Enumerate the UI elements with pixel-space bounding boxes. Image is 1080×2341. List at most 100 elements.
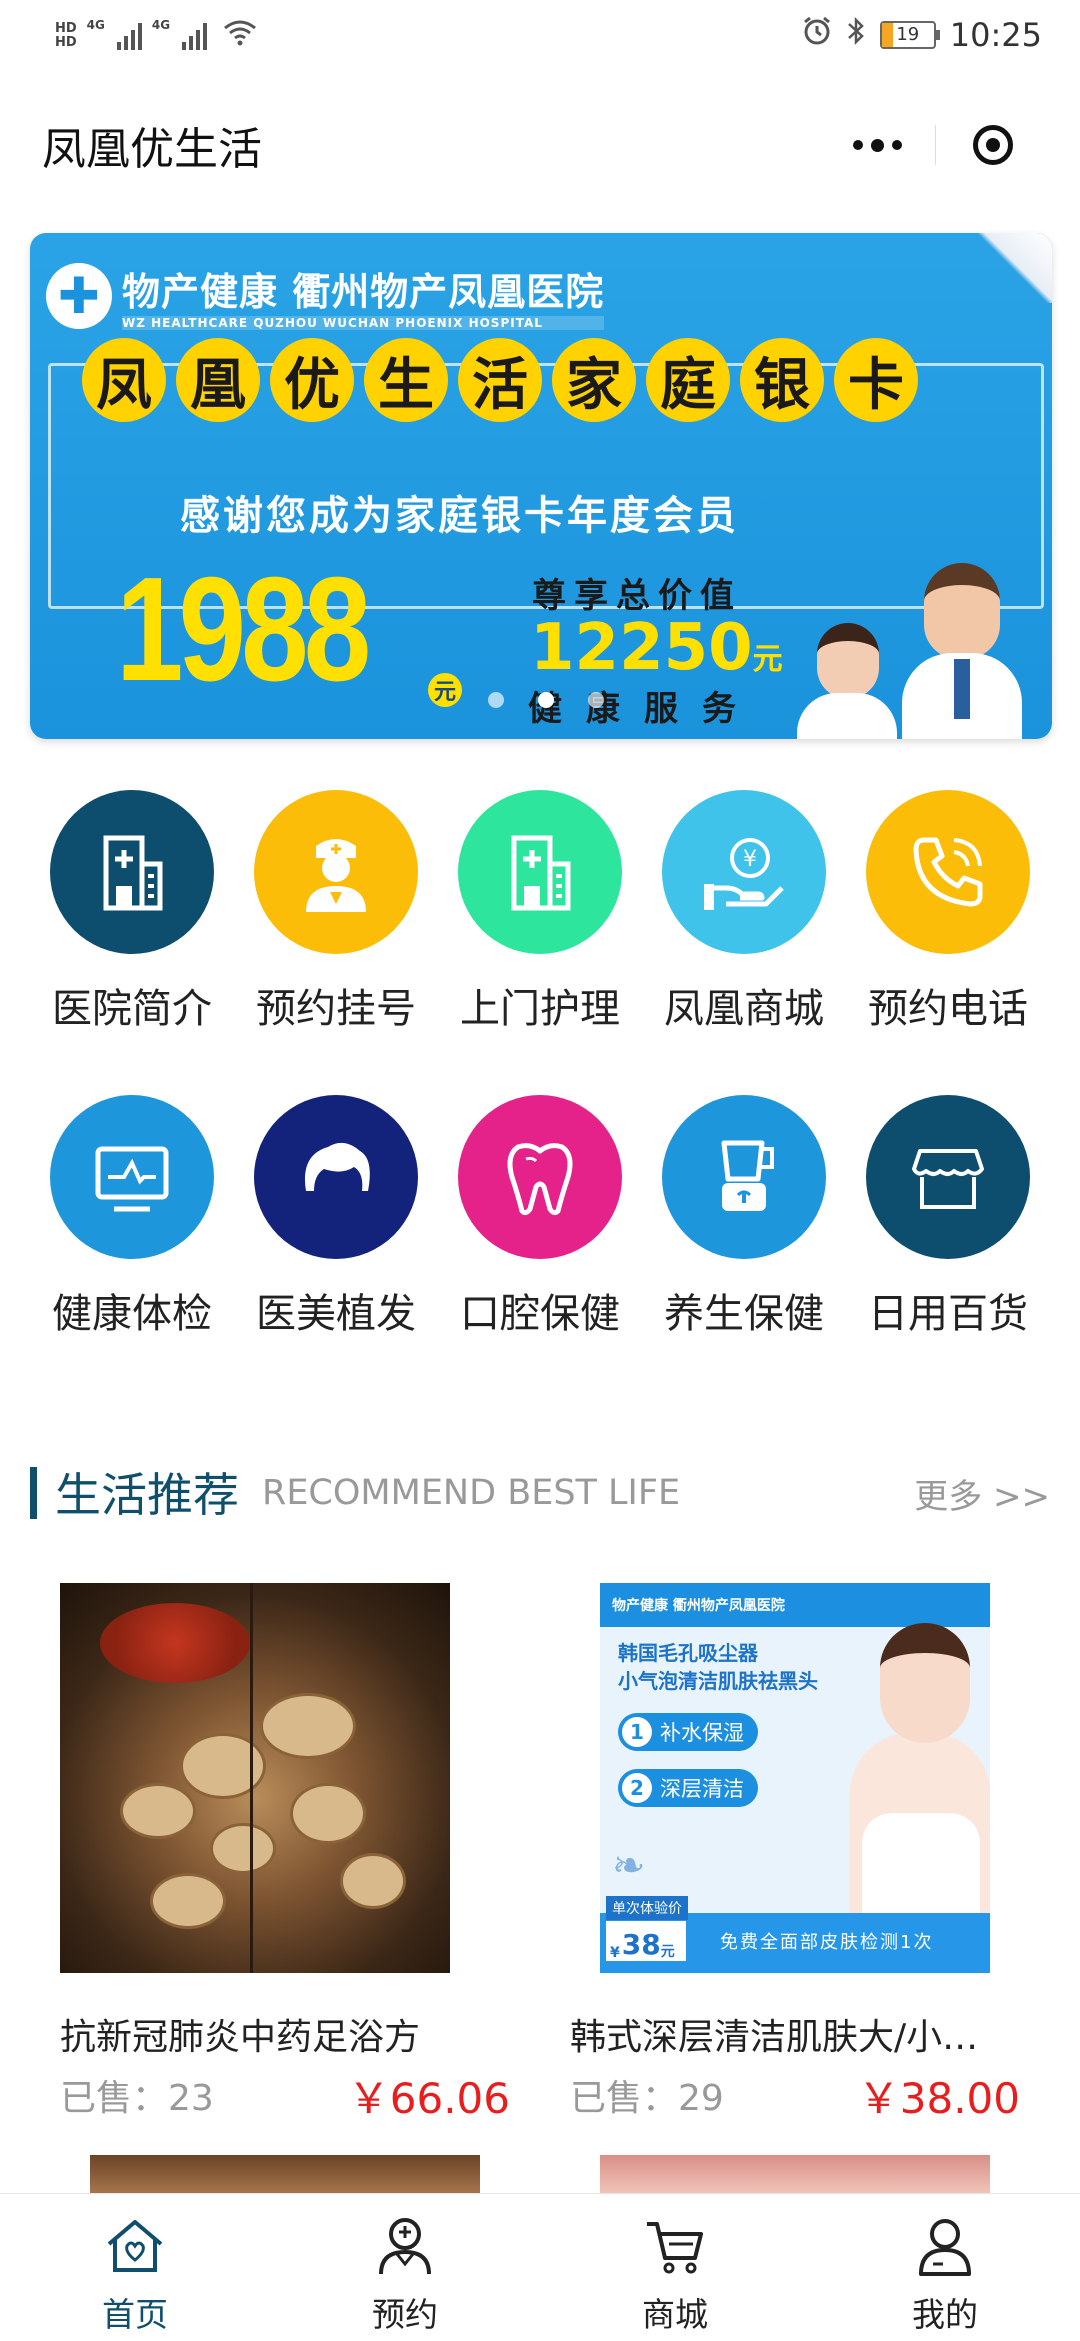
service-label: 预约挂号 — [256, 986, 416, 1032]
signal-icon-2 — [182, 22, 208, 50]
cross-logo-icon: ✚ — [46, 262, 112, 329]
banner-total-value: 12250元 — [530, 611, 783, 685]
hd-indicator: HD HD — [55, 21, 77, 50]
banner-brand-cn: 物产健康 衢州物产凤凰医院 — [122, 270, 605, 314]
ad-price-unit: 元 — [660, 1944, 675, 1960]
sold-label: 已售： — [570, 2078, 679, 2119]
service-label: 口腔保健 — [460, 1291, 620, 1337]
tab-mall[interactable]: 商城 — [540, 2194, 810, 2341]
service-dental[interactable]: 口腔保健 — [450, 1095, 630, 1339]
service-label: 日用百货 — [868, 1291, 1028, 1337]
nurse-illustration — [797, 623, 897, 739]
service-mall[interactable]: ¥ 凤凰商城 — [654, 790, 834, 1034]
ad-headline-1: 韩国毛孔吸尘器 — [618, 1641, 758, 1665]
product-name: 抗新冠肺炎中药足浴方 — [60, 2017, 421, 2058]
doctor-illustration — [902, 563, 1022, 739]
tab-home[interactable]: 首页 — [0, 2194, 270, 2341]
service-daily-goods[interactable]: 日用百货 — [858, 1095, 1038, 1339]
sold-count: 23 — [168, 2078, 214, 2119]
building-icon — [458, 790, 622, 954]
service-hospital-intro[interactable]: 医院简介 — [42, 790, 222, 1034]
sold-label: 已售： — [60, 2078, 169, 2119]
network-type-2: 4G — [151, 18, 171, 32]
service-label: 养生保健 — [664, 1291, 824, 1337]
promo-banner[interactable]: ✚ 物产健康 衢州物产凤凰医院 WZ HEALTHCARE QUZHOU WUC… — [30, 233, 1052, 739]
ad-headline-2: 小气泡清洁肌肤祛黑头 — [618, 1669, 818, 1693]
bluetooth-icon — [846, 16, 866, 54]
headline-char: 活 — [458, 338, 542, 422]
product-card[interactable]: 抗新冠肺炎中药足浴方 已售：23 ￥66.06 — [60, 1583, 510, 2123]
product-image-peek[interactable] — [600, 2155, 990, 2195]
clock: 10:25 — [949, 16, 1042, 54]
tab-appointment[interactable]: 预约 — [270, 2194, 540, 2341]
ad-price-tag: ¥38 元 — [606, 1921, 686, 1961]
battery-icon: 19 — [879, 21, 940, 49]
product-image-peek[interactable] — [90, 2155, 480, 2195]
monitor-icon — [50, 1095, 214, 1259]
service-row-2: 健康体检 医美植发 口腔保健 养生保健 日用百货 — [0, 1095, 1080, 1337]
service-label: 预约电话 — [868, 986, 1028, 1032]
banner-logo: ✚ 物产健康 衢州物产凤凰医院 WZ HEALTHCARE QUZHOU WUC… — [46, 261, 605, 330]
headline-char: 凤 — [82, 338, 166, 422]
service-checkup[interactable]: 健康体检 — [42, 1095, 222, 1339]
pagination-dot[interactable] — [488, 692, 504, 708]
cart-icon — [647, 2222, 703, 2274]
product-price: ￥66.06 — [347, 2074, 510, 2123]
service-appointment[interactable]: 预约挂号 — [246, 790, 426, 1034]
more-button[interactable] — [820, 105, 935, 185]
headline-char: 银 — [740, 338, 824, 422]
product-card[interactable]: 物产健康 衢州物产凤凰医院 韩国毛孔吸尘器 小气泡清洁肌肤祛黑头 1 补水保湿 2深… — [570, 1583, 1020, 2123]
headline-char: 凰 — [176, 338, 260, 422]
headline-char: 优 — [270, 338, 354, 422]
miniapp-capsule — [820, 105, 1050, 185]
ad-price-value: 38 — [621, 1928, 661, 1961]
ad-free-text: 免费全面部皮肤检测1次 — [720, 1932, 934, 1953]
pill-label: 补水保湿 — [660, 1721, 744, 1745]
banner-price: 1988 — [116, 547, 371, 712]
store-icon — [866, 1095, 1030, 1259]
banner-pagination — [488, 692, 604, 708]
pill-label: 深层清洁 — [660, 1777, 744, 1801]
more-link[interactable]: 更多 >> — [914, 1469, 1050, 1518]
sold-count: 29 — [678, 2078, 724, 2119]
tab-label: 我的 — [912, 2295, 978, 2334]
pagination-dot-active[interactable] — [538, 692, 554, 708]
close-miniapp-button[interactable] — [936, 105, 1051, 185]
service-label: 上门护理 — [460, 986, 620, 1032]
nurse-icon — [254, 790, 418, 954]
product-sold: 已售：29 — [570, 2069, 724, 2121]
total-unit: 元 — [752, 642, 783, 677]
headline-char: 生 — [364, 338, 448, 422]
tab-label: 首页 — [102, 2295, 168, 2334]
svg-text:¥: ¥ — [743, 847, 757, 872]
network-type-1: 4G — [86, 18, 105, 32]
ad-pill-2: 2 深层清洁 — [618, 1769, 758, 1807]
service-hair[interactable]: 医美植发 — [246, 1095, 426, 1339]
page-curl — [972, 233, 1052, 303]
recommend-section-header: 生活推荐 RECOMMEND BEST LIFE 更多 >> — [30, 1455, 1050, 1535]
pagination-dot[interactable] — [588, 692, 604, 708]
tab-label: 商城 — [642, 2295, 708, 2334]
product-image-herbs — [60, 1583, 450, 1973]
alarm-icon — [802, 16, 832, 54]
signal-icon — [116, 22, 142, 50]
bottom-tab-bar: 首页 预约 商城 我的 — [0, 2193, 1080, 2341]
banner-subtitle: 感谢您成为家庭银卡年度会员 — [180, 493, 739, 539]
hair-icon — [254, 1095, 418, 1259]
target-icon — [972, 125, 1013, 165]
hospital-icon — [50, 790, 214, 954]
status-right: 19 10:25 — [802, 16, 1042, 54]
headline-char: 庭 — [646, 338, 730, 422]
section-subtitle: RECOMMEND BEST LIFE — [262, 1473, 681, 1513]
service-row-1: 医院简介 预约挂号 上门护理 ¥ 凤凰商城 预约电话 — [0, 790, 1080, 1032]
tab-mine[interactable]: 我的 — [810, 2194, 1080, 2341]
service-phone[interactable]: 预约电话 — [858, 790, 1038, 1034]
product-image-skincare: 物产健康 衢州物产凤凰医院 韩国毛孔吸尘器 小气泡清洁肌肤祛黑头 1 补水保湿 2深… — [600, 1583, 990, 1973]
ad-price-label: 单次体验价 — [606, 1896, 688, 1920]
service-home-care[interactable]: 上门护理 — [450, 790, 630, 1034]
banner-enjoy-label: 尊享总价值 — [532, 576, 742, 616]
wifi-icon — [223, 18, 257, 54]
service-label: 医院简介 — [52, 986, 212, 1032]
status-bar: HD HD 4G 4G 19 10:25 — [0, 0, 1080, 75]
service-wellness[interactable]: 养生保健 — [654, 1095, 834, 1339]
